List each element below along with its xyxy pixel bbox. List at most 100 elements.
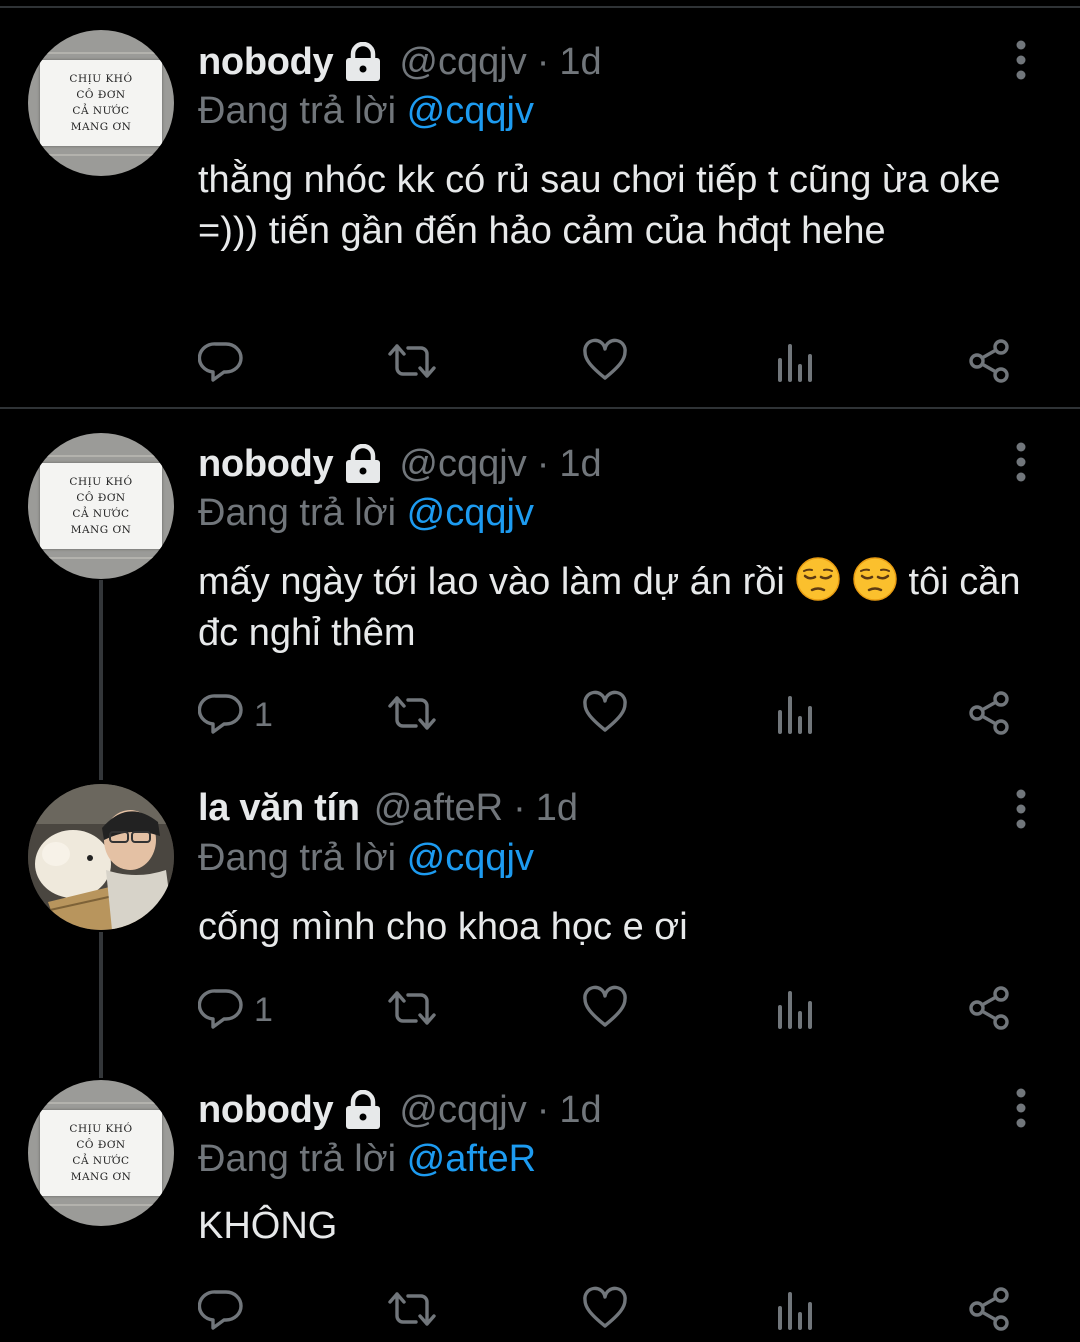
reply-mention-link[interactable]: @afteR [407, 1138, 536, 1180]
more-icon[interactable] [1008, 789, 1034, 829]
tweet-header: nobody @cqqjv · 1d [198, 38, 602, 86]
retweet-button[interactable] [386, 985, 438, 1035]
replying-to: Đang trả lời @cqqjv [198, 837, 534, 880]
like-button[interactable] [582, 1286, 628, 1336]
reply-button[interactable] [197, 1286, 254, 1337]
share-button[interactable] [968, 985, 1012, 1035]
sign-line: MANG ƠN [70, 1171, 132, 1183]
reply-mention-link[interactable]: @cqqjv [407, 492, 534, 534]
display-name[interactable]: la văn tín [198, 787, 360, 830]
tweet-text: cống mình cho khoa học e ơi [198, 906, 688, 948]
reply-button[interactable]: 1 [197, 985, 273, 1036]
display-name[interactable]: nobody [198, 41, 334, 84]
views-icon [776, 985, 816, 1036]
separator-dot: · [513, 786, 526, 829]
timestamp[interactable]: 1d [559, 1089, 601, 1132]
share-icon [968, 985, 1012, 1036]
reply-count: 1 [254, 990, 273, 1029]
share-button[interactable] [968, 690, 1012, 740]
lock-icon [341, 41, 385, 82]
reply-icon [197, 1286, 244, 1337]
reply-icon [197, 985, 244, 1036]
share-icon [968, 1286, 1012, 1337]
separator-dot: · [536, 442, 550, 485]
retweet-button[interactable] [386, 338, 438, 388]
tweet-actions [197, 1286, 1018, 1337]
share-icon [968, 690, 1012, 741]
tweet-text-part: mấy ngày tới lao vào làm dự án rồi [198, 561, 785, 603]
sign-line: CẢ NƯỚC [72, 508, 130, 520]
sign-line: CHỊU KHÓ [69, 476, 133, 488]
reply-icon [197, 690, 244, 741]
sign-line: CHỊU KHÓ [69, 1123, 133, 1135]
sign-line: CÔ ĐƠN [76, 492, 126, 504]
like-icon [582, 1286, 628, 1337]
share-button[interactable] [968, 1286, 1012, 1336]
sign-line: CẢ NƯỚC [72, 105, 130, 117]
retweet-icon [386, 985, 438, 1036]
views-button[interactable] [776, 338, 816, 388]
avatar-sign-card: CHỊU KHÓ CÔ ĐƠN CẢ NƯỚC MANG ƠN [40, 1110, 162, 1196]
separator-dot: · [536, 40, 550, 83]
avatar[interactable]: CHỊU KHÓ CÔ ĐƠN CẢ NƯỚC MANG ƠN [28, 30, 174, 176]
reply-button[interactable] [197, 338, 254, 389]
sign-line: MANG ƠN [70, 121, 132, 133]
more-icon[interactable] [1008, 40, 1034, 80]
retweet-icon [386, 1286, 438, 1337]
views-button[interactable] [776, 690, 816, 740]
like-button[interactable] [582, 690, 628, 740]
display-name[interactable]: nobody [198, 443, 334, 486]
sign-line: CẢ NƯỚC [72, 1155, 130, 1167]
retweet-button[interactable] [386, 1286, 438, 1336]
tweet-header: la văn tín @afteR · 1d [198, 784, 578, 832]
replying-to-label: Đang trả lời [198, 837, 397, 879]
reply-button[interactable]: 1 [197, 690, 273, 741]
avatar[interactable] [28, 784, 174, 930]
thread-connector [99, 932, 103, 1078]
avatar-sign-card: CHỊU KHÓ CÔ ĐƠN CẢ NƯỚC MANG ƠN [40, 60, 162, 146]
replying-to-label: Đang trả lời [198, 1138, 397, 1180]
separator-dot: · [536, 1088, 550, 1131]
retweet-button[interactable] [386, 690, 438, 740]
tweet-divider [0, 407, 1080, 409]
like-button[interactable] [582, 985, 628, 1035]
like-button[interactable] [582, 338, 628, 388]
lock-icon [341, 1089, 385, 1130]
share-button[interactable] [968, 338, 1012, 388]
replying-to: Đang trả lời @cqqjv [198, 492, 534, 535]
avatar[interactable]: CHỊU KHÓ CÔ ĐƠN CẢ NƯỚC MANG ƠN [28, 1080, 174, 1226]
pensive-face-emoji [852, 557, 909, 603]
timestamp[interactable]: 1d [536, 787, 578, 830]
tweet-text: KHÔNG [198, 1205, 338, 1247]
sign-line: CÔ ĐƠN [76, 89, 126, 101]
like-icon [582, 338, 628, 389]
tweet-text: thằng nhóc kk có rủ sau chơi tiếp t cũng… [198, 159, 1001, 252]
views-icon [776, 1286, 816, 1337]
like-icon [582, 690, 628, 741]
avatar-sign-card: CHỊU KHÓ CÔ ĐƠN CẢ NƯỚC MANG ƠN [40, 463, 162, 549]
sign-line: CÔ ĐƠN [76, 1139, 126, 1151]
replying-to-label: Đang trả lời [198, 492, 397, 534]
user-handle[interactable]: @cqqjv [399, 1089, 526, 1132]
reply-icon [197, 338, 244, 389]
display-name[interactable]: nobody [198, 1089, 334, 1132]
views-button[interactable] [776, 985, 816, 1035]
avatar[interactable]: CHỊU KHÓ CÔ ĐƠN CẢ NƯỚC MANG ƠN [28, 433, 174, 579]
pensive-face-emoji [795, 557, 852, 603]
more-icon[interactable] [1008, 1088, 1034, 1128]
user-handle[interactable]: @cqqjv [399, 41, 526, 84]
reply-count: 1 [254, 695, 273, 734]
user-handle[interactable]: @cqqjv [399, 443, 526, 486]
views-icon [776, 690, 816, 741]
reply-mention-link[interactable]: @cqqjv [407, 837, 534, 879]
user-handle[interactable]: @afteR [374, 787, 503, 830]
tweet-header: nobody @cqqjv · 1d [198, 1086, 602, 1134]
timestamp[interactable]: 1d [559, 41, 601, 84]
reply-mention-link[interactable]: @cqqjv [407, 90, 534, 132]
views-button[interactable] [776, 1286, 816, 1336]
replying-to: Đang trả lời @afteR [198, 1138, 536, 1181]
top-divider [0, 6, 1080, 8]
timestamp[interactable]: 1d [559, 443, 601, 486]
replying-to: Đang trả lời @cqqjv [198, 90, 534, 133]
more-icon[interactable] [1008, 442, 1034, 482]
